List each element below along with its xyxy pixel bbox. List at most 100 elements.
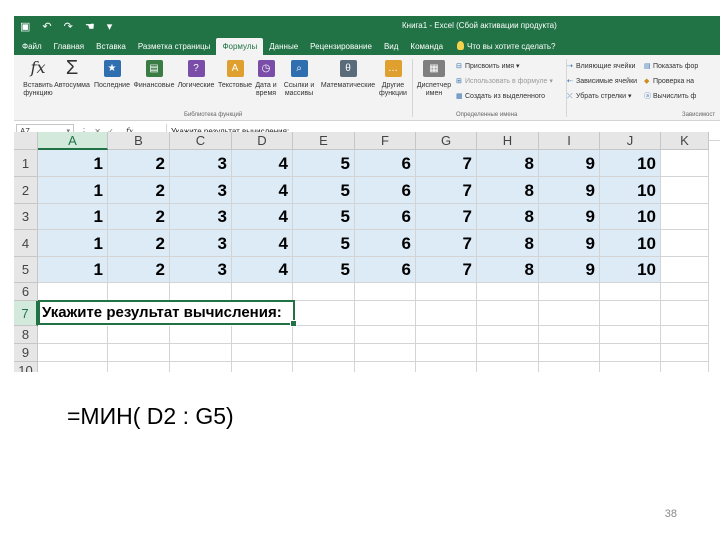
cell-e9[interactable] [293,344,355,362]
redo-icon[interactable]: ↷ [64,19,73,35]
cell-i8[interactable] [539,326,600,344]
cell-a8[interactable] [38,326,108,344]
cell-j8[interactable] [600,326,661,344]
tab-insert[interactable]: Вставка [90,38,132,55]
cell-i2[interactable]: 9 [539,177,600,204]
row-header-5[interactable]: 5 [14,257,38,283]
tab-view[interactable]: Вид [378,38,404,55]
touch-mode-icon[interactable]: ☚ [85,19,95,35]
cell-d3[interactable]: 4 [232,204,293,230]
cell-f10[interactable] [355,362,416,372]
cell-h8[interactable] [477,326,539,344]
row-header-10[interactable]: 10 [14,362,38,372]
trace-dependents-button[interactable]: ⇠ Зависимые ячейки [567,76,637,88]
cell-g7[interactable] [416,301,477,326]
cell-i5[interactable]: 9 [539,257,600,283]
column-header-d[interactable]: D [232,132,293,150]
tab-team[interactable]: Команда [404,38,449,55]
cell-e8[interactable] [293,326,355,344]
cell-i9[interactable] [539,344,600,362]
cell-d8[interactable] [232,326,293,344]
cell-k7[interactable] [661,301,709,326]
cell-f4[interactable]: 6 [355,230,416,257]
cell-c10[interactable] [170,362,232,372]
cell-c3[interactable]: 3 [170,204,232,230]
tab-home[interactable]: Главная [48,38,90,55]
cell-b9[interactable] [108,344,170,362]
cell-d9[interactable] [232,344,293,362]
column-header-f[interactable]: F [355,132,416,150]
cell-b8[interactable] [108,326,170,344]
cell-c6[interactable] [170,283,232,301]
cell-k5[interactable] [661,257,709,283]
row-header-8[interactable]: 8 [14,326,38,344]
cell-e6[interactable] [293,283,355,301]
cell-g9[interactable] [416,344,477,362]
cell-c9[interactable] [170,344,232,362]
column-header-h[interactable]: H [477,132,539,150]
cell-d2[interactable]: 4 [232,177,293,204]
column-header-e[interactable]: E [293,132,355,150]
cell-k2[interactable] [661,177,709,204]
tell-me-search[interactable]: Что вы хотите сделать? [457,38,555,55]
trace-precedents-button[interactable]: ⇢ Влияющие ячейки [567,61,635,73]
row-header-6[interactable]: 6 [14,283,38,301]
cell-a4[interactable]: 1 [38,230,108,257]
tab-file[interactable]: Файл [16,38,48,55]
cell-e7[interactable] [293,301,355,326]
math-button[interactable]: θ Математические [319,57,377,90]
cell-b5[interactable]: 2 [108,257,170,283]
cell-d5[interactable]: 4 [232,257,293,283]
cell-e10[interactable] [293,362,355,372]
tab-review[interactable]: Рецензирование [304,38,378,55]
cell-e4[interactable]: 5 [293,230,355,257]
autosum-button[interactable]: Σ Автосумма [52,57,92,90]
cell-k6[interactable] [661,283,709,301]
cell-e5[interactable]: 5 [293,257,355,283]
create-from-selection-button[interactable]: ▦ Создать из выделенного [456,91,545,103]
column-header-j[interactable]: J [600,132,661,150]
cell-c4[interactable]: 3 [170,230,232,257]
define-name-button[interactable]: ⊟ Присвоить имя ▾ [456,61,520,73]
cell-d1[interactable]: 4 [232,150,293,177]
column-header-b[interactable]: B [108,132,170,150]
cell-j1[interactable]: 10 [600,150,661,177]
cell-g2[interactable]: 7 [416,177,477,204]
cell-j4[interactable]: 10 [600,230,661,257]
cell-a9[interactable] [38,344,108,362]
cell-i4[interactable]: 9 [539,230,600,257]
cell-e3[interactable]: 5 [293,204,355,230]
use-in-formula-button[interactable]: ⊞ Использовать в формуле ▾ [456,76,553,88]
cell-h7[interactable] [477,301,539,326]
task-prompt-cell[interactable]: Укажите результат вычисления: [38,300,297,327]
cell-f1[interactable]: 6 [355,150,416,177]
cell-g1[interactable]: 7 [416,150,477,177]
cell-j10[interactable] [600,362,661,372]
tab-formulas[interactable]: Формулы [216,38,264,55]
cell-j2[interactable]: 10 [600,177,661,204]
column-header-c[interactable]: C [170,132,232,150]
cell-j5[interactable]: 10 [600,257,661,283]
column-header-i[interactable]: I [539,132,600,150]
more-functions-button[interactable]: … Другие функции [373,57,413,98]
cell-a5[interactable]: 1 [38,257,108,283]
row-header-3[interactable]: 3 [14,204,38,230]
cell-h4[interactable]: 8 [477,230,539,257]
select-all-corner[interactable] [14,132,38,150]
cell-a2[interactable]: 1 [38,177,108,204]
cell-b6[interactable] [108,283,170,301]
error-checking-button[interactable]: ◆ Проверка на [644,76,694,88]
cell-g6[interactable] [416,283,477,301]
cell-g4[interactable]: 7 [416,230,477,257]
show-formulas-button[interactable]: ▤ Показать фор [644,61,698,73]
cell-e1[interactable]: 5 [293,150,355,177]
evaluate-formula-button[interactable]: ⓐ Вычислить ф [644,91,696,103]
row-header-7[interactable]: 7 [14,301,38,326]
cell-j3[interactable]: 10 [600,204,661,230]
cell-c1[interactable]: 3 [170,150,232,177]
cell-f2[interactable]: 6 [355,177,416,204]
cell-i10[interactable] [539,362,600,372]
cell-h9[interactable] [477,344,539,362]
cell-h10[interactable] [477,362,539,372]
cell-h2[interactable]: 8 [477,177,539,204]
